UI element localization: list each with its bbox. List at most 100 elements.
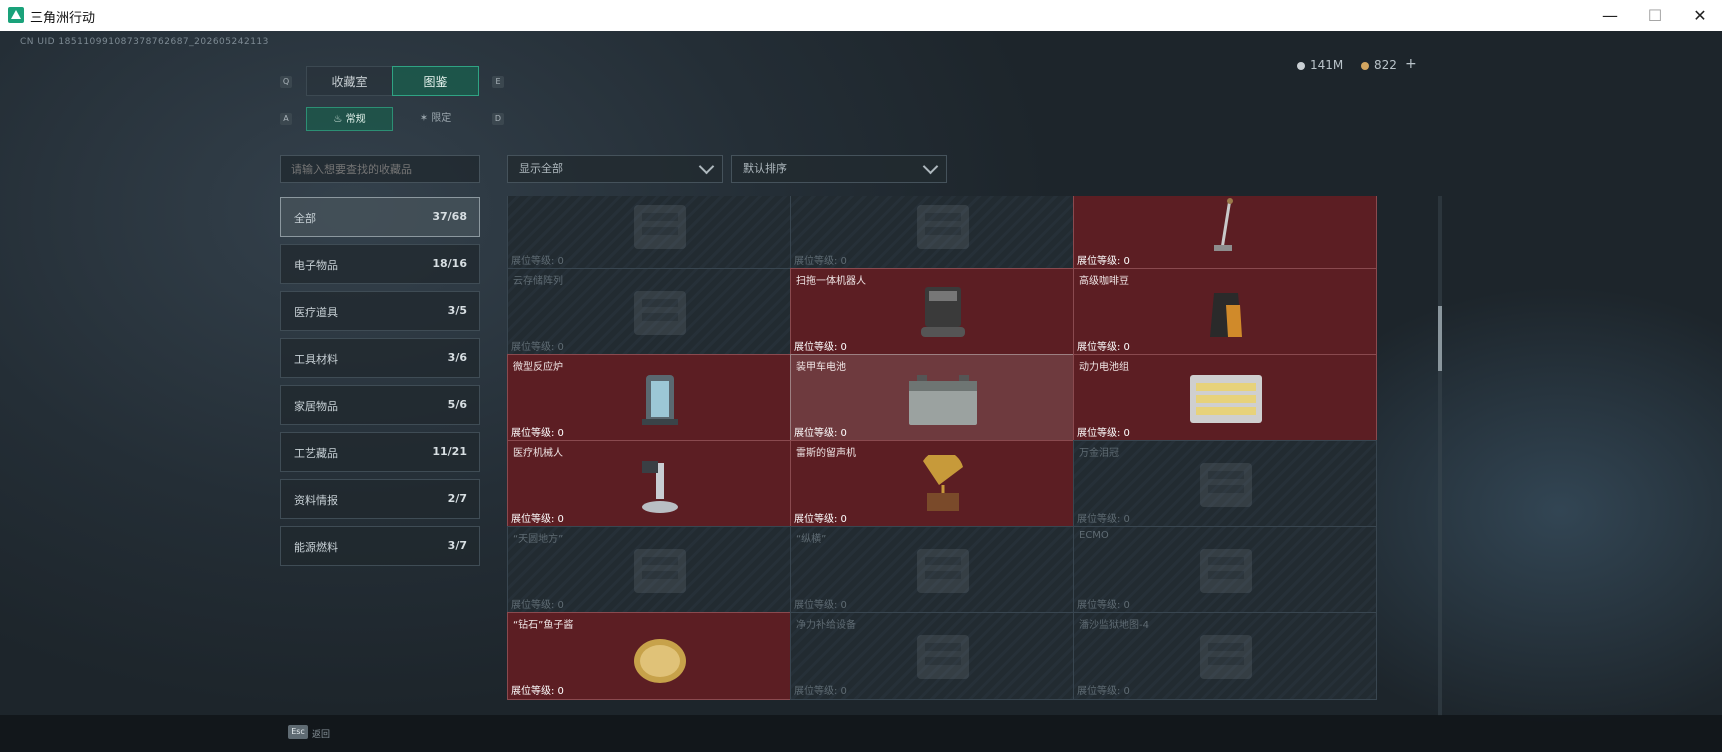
- collection-item-card[interactable]: 扫拖一体机器人!展位等级: 0: [790, 268, 1094, 356]
- grid-scrollbar[interactable]: [1438, 196, 1442, 716]
- bottom-bar: [0, 715, 1722, 752]
- minimize-button[interactable]: —: [1587, 0, 1633, 31]
- collection-item-card[interactable]: 微型反应炉 展位等级: 0: [507, 354, 811, 442]
- category-home[interactable]: 家居物品 5/6: [280, 385, 480, 425]
- item-level: 展位等级: 0: [794, 428, 847, 439]
- item-name: “天圆地方”: [513, 534, 564, 545]
- medical-robot-icon: [620, 455, 700, 515]
- item-level: 展位等级: 0: [511, 600, 564, 611]
- item-name: 潘沙监狱地图-4: [1079, 620, 1149, 631]
- back-label[interactable]: 返回: [312, 727, 330, 740]
- close-button[interactable]: ✕: [1677, 0, 1722, 31]
- gramophone-icon: [903, 450, 983, 515]
- collection-item-card[interactable]: 展位等级: 0: [1073, 196, 1377, 270]
- category-medical[interactable]: 医疗道具 3/5: [280, 291, 480, 331]
- show-filter-dropdown[interactable]: 显示全部: [507, 155, 723, 183]
- category-label: 家居物品: [294, 400, 338, 413]
- category-label: 医疗道具: [294, 306, 338, 319]
- search-input[interactable]: [280, 155, 480, 183]
- category-crafts[interactable]: 工艺藏品 11/21: [280, 432, 480, 472]
- collection-item-card[interactable]: “天圆地方” 展位等级: 0: [507, 526, 811, 614]
- item-level: 展位等级: 0: [1077, 256, 1130, 267]
- robot-vacuum-icon: [903, 283, 983, 343]
- scrollbar-thumb[interactable]: [1438, 306, 1442, 371]
- tab-codex[interactable]: 图鉴: [392, 66, 479, 96]
- category-energy[interactable]: 能源燃料 3/7: [280, 526, 480, 566]
- map-icon: [1186, 627, 1266, 687]
- category-count: 3/5: [447, 304, 467, 317]
- collection-item-card[interactable]: 展位等级: 0: [507, 196, 811, 270]
- item-level: 展位等级: 0: [511, 686, 564, 697]
- item-level: 展位等级: 0: [1077, 686, 1130, 697]
- collection-item-card[interactable]: ECMO 展位等级: 0: [1073, 526, 1377, 614]
- board-icon: [903, 541, 983, 601]
- collection-item-card[interactable]: “钻石”鱼子酱 展位等级: 0: [507, 612, 811, 700]
- category-intel[interactable]: 资料情报 2/7: [280, 479, 480, 519]
- collection-item-card[interactable]: 医疗机械人!展位等级: 0: [507, 440, 811, 528]
- item-name: 云存储阵列: [513, 276, 563, 287]
- collection-item-card[interactable]: 展位等级: 0: [790, 196, 1094, 270]
- item-name: 装甲车电池: [796, 362, 846, 373]
- collection-item-card[interactable]: “纵横” 展位等级: 0: [790, 526, 1094, 614]
- category-count: 11/21: [432, 445, 467, 458]
- collection-item-card[interactable]: 云存储阵列 展位等级: 0: [507, 268, 811, 356]
- crate-icon: [620, 197, 700, 257]
- machine-icon: [903, 197, 983, 257]
- collection-item-card[interactable]: 潘沙监狱地图-4 展位等级: 0: [1073, 612, 1377, 700]
- artifact-icon: [620, 541, 700, 601]
- vacuum-icon: [1186, 197, 1266, 257]
- category-all[interactable]: 全部 37/68: [280, 197, 480, 237]
- category-label: 工具材料: [294, 353, 338, 366]
- show-filter-value: 显示全部: [519, 162, 563, 175]
- collection-item-card[interactable]: 高级咖啡豆 展位等级: 0: [1073, 268, 1377, 356]
- collection-item-card[interactable]: 动力电池组 展位等级: 0: [1073, 354, 1377, 442]
- item-name: 雷斯的留声机: [796, 448, 856, 459]
- category-count: 18/16: [432, 257, 467, 270]
- reactor-icon: [620, 369, 700, 429]
- tab-collection-room[interactable]: 收藏室: [306, 66, 393, 96]
- chevron-down-icon: [698, 158, 715, 175]
- item-name: 万金泪冠: [1079, 448, 1119, 459]
- collection-item-card[interactable]: 雷斯的留声机 展位等级: 0: [790, 440, 1094, 528]
- category-tools[interactable]: 工具材料 3/6: [280, 338, 480, 378]
- category-label: 电子物品: [294, 259, 338, 272]
- sort-dropdown[interactable]: 默认排序: [731, 155, 947, 183]
- category-count: 2/7: [447, 492, 467, 505]
- collection-item-card[interactable]: 装甲车电池展位等级: 0: [790, 354, 1094, 442]
- subtab-next-key: D: [492, 113, 504, 125]
- collection-grid: 展位等级: 0 展位等级: 0 展位等级: 0 云存储阵列 展位等级: 0 扫拖一体机器人…: [507, 196, 1443, 716]
- limited-icon: ✶: [419, 113, 429, 124]
- silver-currency: 141M: [1297, 58, 1343, 72]
- item-level: 展位等级: 0: [794, 256, 847, 267]
- subtab-regular-label: 常规: [345, 114, 366, 125]
- subtab-limited[interactable]: ✶ 限定: [392, 107, 479, 131]
- collection-item-card[interactable]: 万金泪冠 展位等级: 0: [1073, 440, 1377, 528]
- category-count: 37/68: [432, 210, 467, 223]
- sort-value: 默认排序: [743, 162, 787, 175]
- window-titlebar: 三角洲行动 — ☐ ✕: [0, 0, 1722, 32]
- subtab-limited-label: 限定: [431, 113, 452, 124]
- subtab-regular[interactable]: ♨ 常规: [306, 107, 393, 131]
- item-level: 展位等级: 0: [511, 514, 564, 525]
- window-title: 三角洲行动: [30, 11, 96, 26]
- silver-amount: 141M: [1310, 58, 1344, 72]
- player-uid: CN UID 18511099108737876268​7_2026052421…: [20, 37, 269, 47]
- item-level: 展位等级: 0: [794, 342, 847, 353]
- category-label: 资料情报: [294, 494, 338, 507]
- category-electronics[interactable]: 电子物品 18/16: [280, 244, 480, 284]
- item-level: 展位等级: 0: [1077, 342, 1130, 353]
- item-name: 扫拖一体机器人: [796, 276, 866, 287]
- item-name: “纵横”: [796, 534, 827, 545]
- car-battery-icon: [903, 369, 983, 429]
- maximize-button[interactable]: ☐: [1632, 0, 1678, 31]
- gold-currency: 822: [1361, 58, 1397, 72]
- item-level: 展位等级: 0: [1077, 600, 1130, 611]
- item-name: 净力补给设备: [796, 620, 856, 631]
- category-count: 3/7: [447, 539, 467, 552]
- tab-next-key: E: [492, 76, 504, 88]
- item-level: 展位等级: 0: [511, 256, 564, 267]
- add-currency-button[interactable]: +: [1405, 56, 1417, 72]
- chevron-down-icon: [922, 158, 939, 175]
- collection-item-card[interactable]: 净力补给设备 展位等级: 0: [790, 612, 1094, 700]
- esc-key-icon[interactable]: Esc: [288, 725, 308, 739]
